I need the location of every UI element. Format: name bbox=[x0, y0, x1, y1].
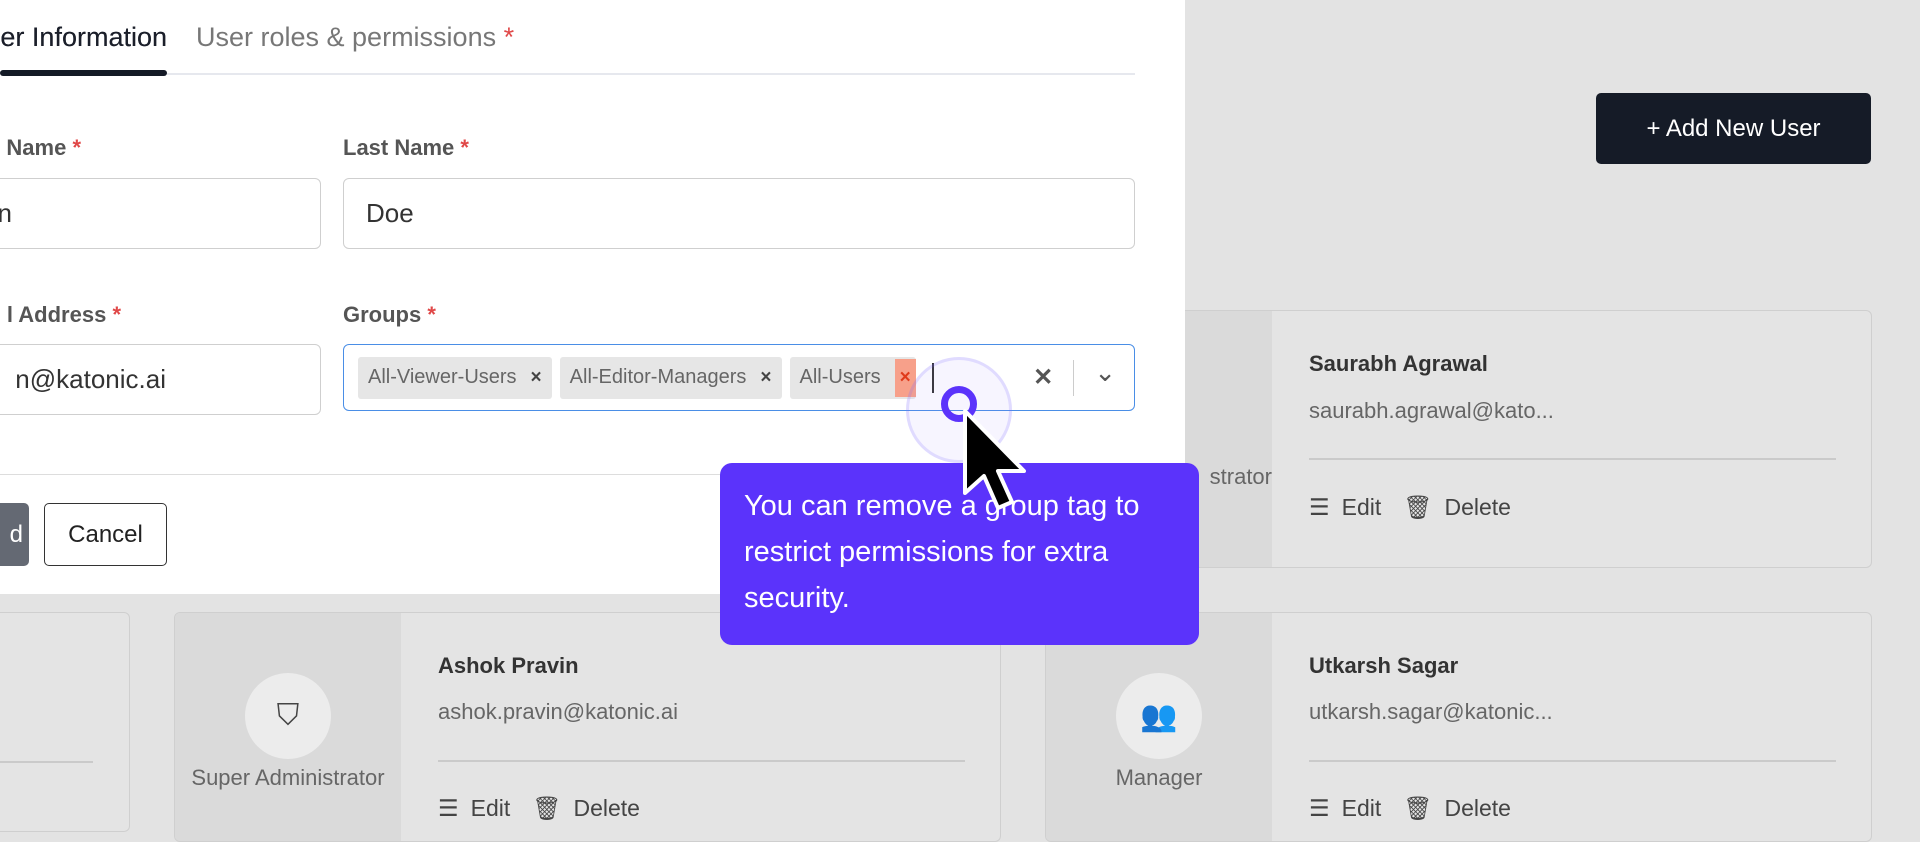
edit-icon[interactable]: ☰ bbox=[438, 795, 459, 822]
divider bbox=[1309, 458, 1836, 460]
edit-button[interactable]: Edit bbox=[471, 795, 511, 822]
groups-multiselect[interactable]: All-Viewer-Users × All-Editor-Managers × A… bbox=[343, 344, 1135, 411]
trash-icon[interactable]: 🗑 bbox=[1403, 795, 1432, 822]
user-name: Saurabh Agrawal bbox=[1309, 351, 1488, 376]
cursor-arrow-icon bbox=[963, 409, 1026, 510]
user-card: 👥 Manager Utkarsh Sagar utkarsh.sagar@ka… bbox=[1045, 612, 1872, 842]
user-card: ⛉ Super Administrator Ashok Pravin ashok… bbox=[174, 612, 1001, 842]
clear-all-icon[interactable]: ✕ bbox=[1033, 363, 1053, 392]
delete-button[interactable]: Delete bbox=[573, 795, 639, 822]
trash-icon[interactable]: 🗑 bbox=[1403, 494, 1432, 521]
last-name-input[interactable]: Doe bbox=[343, 178, 1135, 249]
cancel-button[interactable]: Cancel bbox=[44, 503, 167, 566]
tab-user-information-visible: er Information bbox=[0, 22, 167, 52]
email-label: l Address * bbox=[6, 302, 121, 327]
groups-label: Groups * bbox=[343, 302, 436, 327]
edit-icon[interactable]: ☰ bbox=[1309, 795, 1330, 822]
add-new-user-button[interactable]: + Add New User bbox=[1596, 93, 1871, 164]
first-name-label: Name * bbox=[6, 135, 81, 160]
card-role-panel: ⛉ Super Administrator bbox=[175, 613, 401, 841]
trash-icon[interactable]: 🗑 bbox=[532, 795, 561, 822]
required-marker: * bbox=[503, 22, 515, 52]
tag-label: All-Users bbox=[799, 366, 881, 388]
user-name: Utkarsh Sagar bbox=[1309, 653, 1459, 678]
email-input[interactable]: n@katonic.ai bbox=[0, 344, 321, 415]
group-tag: All-Users × bbox=[789, 356, 916, 399]
card-role-panel: 👥 Manager bbox=[1046, 613, 1272, 841]
group-tag: All-Editor-Managers × bbox=[559, 356, 782, 399]
shield-user-icon: ⛉ bbox=[245, 673, 331, 759]
role-label: Super Administrator bbox=[191, 765, 385, 790]
delete-button[interactable]: Delete bbox=[1444, 795, 1510, 822]
tutorial-tooltip: You can remove a group tag to restrict p… bbox=[720, 463, 1199, 645]
user-name: Ashok Pravin bbox=[438, 653, 579, 678]
divider bbox=[0, 761, 93, 763]
user-email: utkarsh.sagar@katonic... bbox=[1309, 699, 1553, 724]
chevron-down-icon[interactable]: ⌄ bbox=[1094, 357, 1116, 388]
active-tab-indicator bbox=[0, 70, 167, 76]
user-email: saurabh.agrawal@kato... bbox=[1309, 398, 1554, 423]
tab-divider bbox=[0, 73, 1135, 75]
user-card-partial bbox=[0, 612, 130, 832]
role-label: strator bbox=[1209, 464, 1272, 489]
tag-label: All-Viewer-Users bbox=[368, 366, 517, 388]
tab-label: User roles & permissions bbox=[196, 22, 497, 52]
edit-button[interactable]: Edit bbox=[1342, 795, 1382, 822]
divider bbox=[438, 760, 965, 762]
remove-tag-icon[interactable]: × bbox=[531, 367, 542, 389]
last-name-label: Last Name * bbox=[343, 135, 469, 160]
group-tag: All-Viewer-Users × bbox=[358, 356, 552, 399]
user-email: ashok.pravin@katonic.ai bbox=[438, 699, 679, 724]
group-icon: 👥 bbox=[1116, 673, 1202, 759]
delete-button[interactable]: Delete bbox=[1444, 494, 1510, 521]
edit-button[interactable]: Edit bbox=[1342, 494, 1382, 521]
separator bbox=[1073, 359, 1075, 396]
edit-icon[interactable]: ☰ bbox=[1309, 494, 1330, 521]
role-label: Manager bbox=[1115, 765, 1203, 790]
divider bbox=[1309, 760, 1836, 762]
save-button[interactable]: d bbox=[0, 503, 29, 566]
first-name-input[interactable]: hn bbox=[0, 178, 321, 249]
tab-user-roles[interactable]: User roles & permissions * bbox=[196, 22, 514, 53]
remove-tag-icon[interactable]: × bbox=[760, 367, 771, 389]
tag-label: All-Editor-Managers bbox=[569, 366, 747, 388]
